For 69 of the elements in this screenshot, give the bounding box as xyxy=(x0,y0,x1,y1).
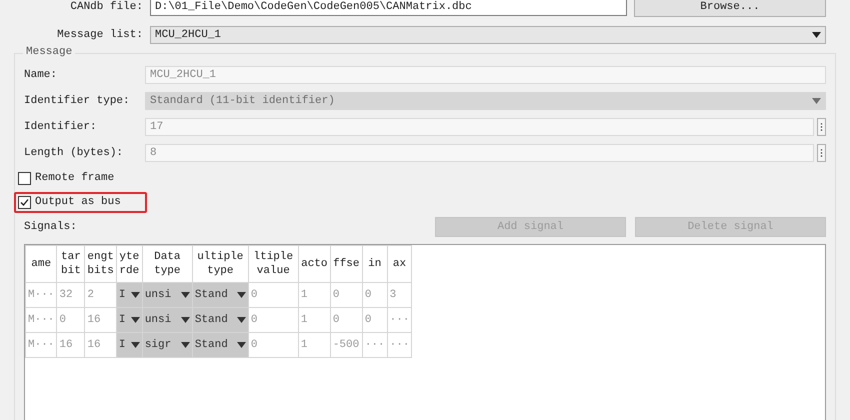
table-cell: 1 xyxy=(298,332,330,358)
dropdown-arrow-icon xyxy=(236,317,246,323)
table-cell: 1 xyxy=(298,282,330,308)
signals-label: Signals: xyxy=(24,221,77,233)
field-label: Length (bytes): xyxy=(24,147,124,159)
table-cell: 0 xyxy=(248,282,298,308)
file-path-field[interactable]: D:\01_File\Demo\CodeGen\CodeGen005\CANMatrix.dbc xyxy=(150,0,627,16)
field-label: Message list: xyxy=(56,29,143,41)
table-cell: 0 xyxy=(330,308,362,332)
browse-button[interactable]: Browse... xyxy=(634,0,826,17)
column-header: engt bits xyxy=(84,246,116,282)
table-cell: -500 xyxy=(330,332,362,358)
field-label: Identifier: xyxy=(24,121,98,133)
dropdown-arrow-icon xyxy=(130,342,140,348)
table-cell: 0 xyxy=(248,332,298,358)
table-cell-dropdown[interactable]: Stand xyxy=(192,282,248,308)
table-cell-dropdown[interactable]: I xyxy=(116,308,142,332)
table-cell: M··· xyxy=(26,308,57,332)
table-cell-dropdown[interactable]: Stand xyxy=(192,308,248,332)
group-title: Message xyxy=(23,46,76,58)
table-cell: M··· xyxy=(26,282,57,308)
dropdown-arrow-icon xyxy=(812,32,821,38)
checkbox-label: Output as bus xyxy=(35,196,121,208)
table-cell: 32 xyxy=(56,282,85,308)
table-cell-dropdown[interactable]: sigr xyxy=(142,332,192,358)
dropdown-arrow-icon xyxy=(236,292,246,298)
table-cell-dropdown[interactable]: I xyxy=(116,282,142,308)
dropdown-arrow-icon xyxy=(180,342,190,348)
checkbox-label: Remote frame xyxy=(35,172,114,184)
column-header: in xyxy=(362,246,388,282)
table-cell: 2 xyxy=(84,282,116,308)
table-cell: 3 xyxy=(387,282,412,308)
message-list-dropdown[interactable]: MCU_2HCU_1 xyxy=(150,26,826,44)
table-cell-dropdown[interactable]: unsi xyxy=(142,308,192,332)
field-label: Identifier type: xyxy=(24,95,131,107)
field-label: CANdb file: xyxy=(69,1,143,13)
checkbox[interactable] xyxy=(18,172,31,184)
table-cell: 1 xyxy=(298,308,330,332)
table-cell: 0 xyxy=(362,308,388,332)
table-cell: 0 xyxy=(330,282,362,308)
column-header: ltiple value xyxy=(248,246,298,282)
checkbox[interactable] xyxy=(18,196,31,208)
column-header: tar bit xyxy=(56,246,85,282)
column-header: acto xyxy=(298,246,330,282)
table-cell: 16 xyxy=(84,308,116,332)
table-cell-dropdown[interactable]: Stand xyxy=(192,332,248,358)
dropdown-arrow-icon xyxy=(130,317,140,323)
table-cell: 0 xyxy=(248,308,298,332)
more-options-icon[interactable] xyxy=(817,118,826,136)
dropdown-arrow-icon xyxy=(236,342,246,348)
table-cell: M··· xyxy=(26,332,57,358)
table-cell: 0 xyxy=(56,308,85,332)
table-cell: ··· xyxy=(362,332,388,358)
dropdown-arrow-icon xyxy=(130,292,140,298)
more-options-icon[interactable] xyxy=(817,144,826,162)
table-cell-dropdown[interactable]: I xyxy=(116,332,142,358)
dropdown-arrow-icon xyxy=(180,317,190,323)
column-header: ame xyxy=(26,246,57,282)
table-cell-dropdown[interactable]: unsi xyxy=(142,282,192,308)
column-header: ffse xyxy=(330,246,362,282)
dropdown-arrow-icon xyxy=(180,292,190,298)
field-label: Name: xyxy=(24,69,58,81)
table-cell: 16 xyxy=(56,332,85,358)
table-cell: ··· xyxy=(387,332,412,358)
dropdown-arrow-icon xyxy=(812,98,821,104)
table-cell: 16 xyxy=(84,332,116,358)
table-cell: ··· xyxy=(387,308,412,332)
table-cell: 0 xyxy=(362,282,388,308)
column-header: ax xyxy=(387,246,412,282)
